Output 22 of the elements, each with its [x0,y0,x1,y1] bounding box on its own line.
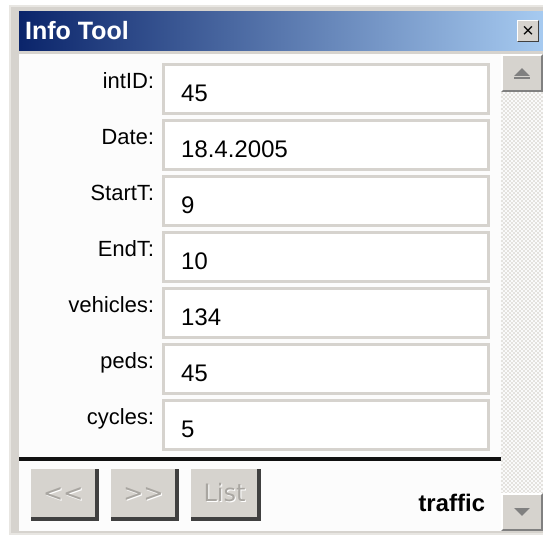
layer-name: traffic [418,489,485,518]
close-button[interactable]: × [517,20,539,42]
down-arrow-icon [512,507,532,517]
input-field[interactable]: 18.4.2005 [162,119,490,171]
up-arrow-icon [512,67,532,79]
input-field[interactable]: 45 [162,343,490,395]
window-title: Info Tool [25,16,129,46]
input-field[interactable]: 10 [162,231,490,283]
input-field[interactable]: 45 [162,63,490,115]
field-label: cycles: [86,403,154,430]
field-label: intID: [102,67,154,94]
field-label: peds: [99,347,154,374]
input-field[interactable]: 9 [162,175,490,227]
scroll-up-button[interactable] [501,54,543,92]
field-label: vehicles: [67,291,154,318]
scroll-down-button[interactable] [501,493,543,531]
field-label: EndT: [96,235,154,262]
input-field[interactable]: 5 [162,399,490,451]
field-label: Date: [100,123,154,150]
field-label: StartT: [89,179,154,206]
scrollbar[interactable] [501,54,543,531]
input-field[interactable]: 134 [162,287,490,339]
